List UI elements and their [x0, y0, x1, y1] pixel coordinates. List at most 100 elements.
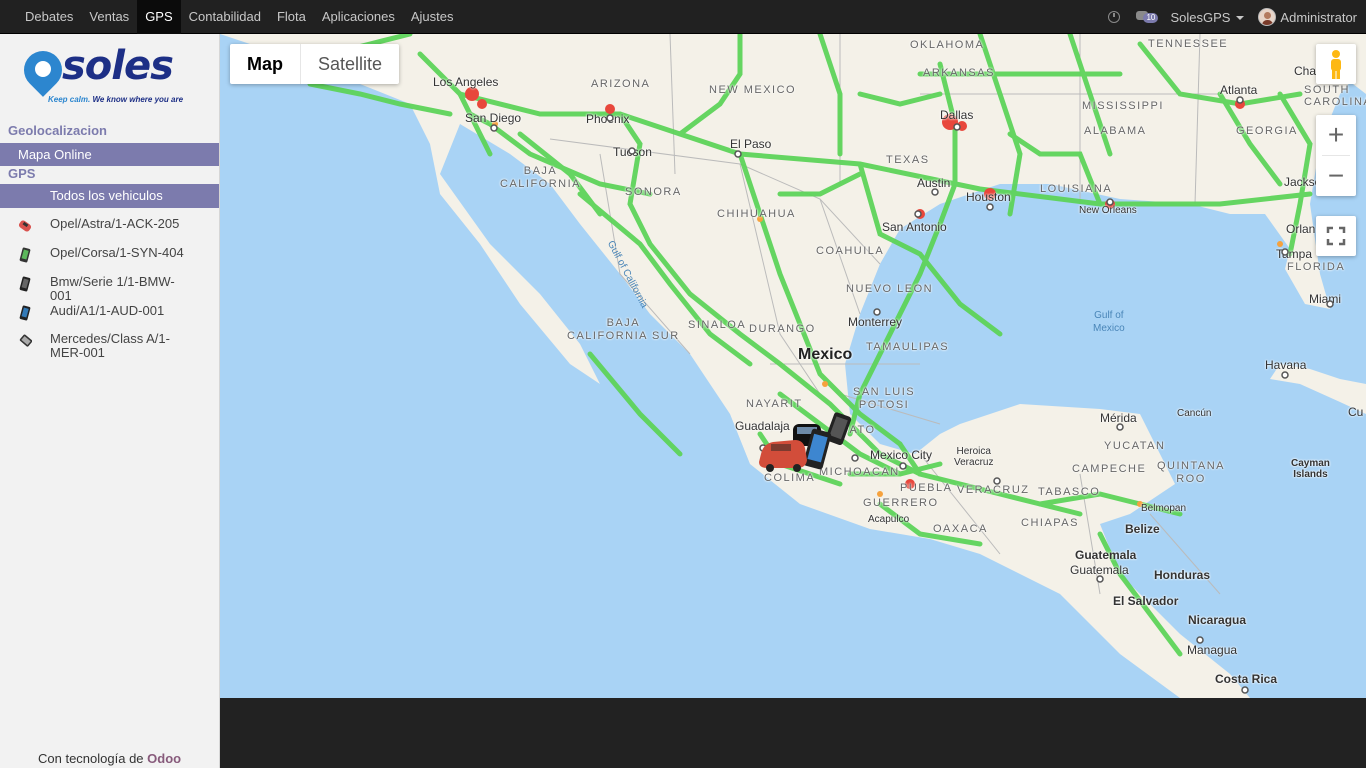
map-label: Dallas [940, 108, 974, 122]
vehicle-label: Opel/Corsa/1-SYN-404 [50, 245, 184, 260]
vehicle-label: Bmw/Serie 1/1-BMW-001 [50, 274, 175, 303]
map-label: San Antonio [882, 220, 947, 234]
map-label: Cha [1294, 64, 1317, 78]
vehicle-label: Audi/A1/1-AUD-001 [50, 303, 165, 318]
sidebar: soles Keep calm. We know where you are G… [0, 34, 220, 768]
notification-counter: 10 [1143, 13, 1159, 23]
company-switcher[interactable]: SolesGPS [1170, 9, 1245, 25]
zoom-in-button[interactable]: + [1316, 115, 1356, 155]
vehicle-item[interactable]: Audi/A1/1-AUD-001 [0, 304, 219, 321]
powered-by: Con tecnología de Odoo [38, 751, 182, 766]
map-label: CAMPECHE [1072, 463, 1147, 475]
zoom-control: + − [1316, 115, 1356, 196]
map-label: BAJA CALIFORNIA SUR [567, 317, 680, 342]
systray: 10 SolesGPS Administrator [1108, 0, 1366, 34]
green-phone-icon [19, 247, 31, 263]
map-label: OAXACA [933, 523, 988, 535]
vehicle-item[interactable]: Bmw/Serie 1/1-BMW-001 [0, 275, 219, 303]
top-navbar: Debates Ventas GPS Contabilidad Flota Ap… [0, 0, 1366, 34]
map-label-country: Mexico [798, 346, 853, 363]
pegman-icon [1331, 50, 1341, 79]
vehicle-label: Opel/Astra/1-ACK-205 [50, 216, 180, 231]
map-type-map-button[interactable]: Map [230, 44, 301, 84]
map-label: GEORGIA [1236, 125, 1298, 137]
map-label: Miami [1309, 292, 1341, 306]
red-car-marker-icon [759, 440, 807, 472]
map-label: Austin [917, 176, 951, 190]
vehicle-item[interactable]: Mercedes/Class A/1-MER-001 [0, 332, 219, 360]
map-label: LOUISIANA [1040, 183, 1113, 195]
section-geolocalizacion: Geolocalizacion [8, 123, 107, 138]
map-label: TEXAS [886, 154, 930, 166]
map-label: Costa Rica [1215, 672, 1278, 686]
map-label: Mexico City [870, 448, 933, 462]
zoom-out-button[interactable]: − [1316, 156, 1356, 196]
map-label: Honduras [1154, 568, 1211, 582]
map-label: Nicaragua [1188, 613, 1247, 627]
menu-contabilidad[interactable]: Contabilidad [181, 0, 269, 34]
map-label: Cayman Islands [1291, 458, 1330, 480]
map-basemap [220, 34, 1366, 698]
activity-clock-icon[interactable] [1108, 11, 1121, 23]
map-label: Atlanta [1220, 83, 1258, 97]
menu-gps[interactable]: GPS [137, 0, 181, 34]
map-label: MISSISSIPPI [1082, 100, 1164, 112]
menu-ajustes[interactable]: Ajustes [403, 0, 462, 34]
blue-phone-icon [19, 305, 31, 321]
messaging-chat-icon[interactable]: 10 [1136, 10, 1159, 24]
vehicle-item[interactable]: Opel/Astra/1-ACK-205 [0, 217, 219, 234]
map-label: PUEBLA [900, 482, 953, 494]
menu-ventas[interactable]: Ventas [81, 0, 137, 34]
map-label: CHIAPAS [1021, 517, 1079, 529]
map-label: NAYARIT [746, 398, 803, 410]
map-label: OKLAHOMA [910, 39, 985, 51]
fullscreen-icon [1326, 226, 1346, 246]
user-avatar[interactable] [1258, 8, 1277, 26]
map-label: Orlan [1286, 222, 1316, 236]
map-label: Cu [1348, 405, 1364, 419]
map-label: Guatemala [1075, 548, 1137, 562]
map-type-satellite-button[interactable]: Satellite [301, 44, 399, 84]
menu-debates[interactable]: Debates [17, 0, 81, 34]
map-label: ARKANSAS [923, 67, 995, 79]
logo-tagline: Keep calm. We know where you are [48, 95, 184, 104]
menu-aplicaciones[interactable]: Aplicaciones [314, 0, 403, 34]
map-label: SINALOA [688, 319, 747, 331]
map-label: QUINTANA ROO [1157, 460, 1226, 485]
map-label: Houston [966, 190, 1011, 204]
vehicle-label: Mercedes/Class A/1-MER-001 [50, 331, 170, 360]
map-label: Acapulco [868, 514, 910, 525]
map-label: NEW MEXICO [709, 84, 797, 96]
map-type-control: Map Satellite [230, 44, 400, 84]
vehicle-markers[interactable] [757, 410, 857, 480]
map-label: Tucson [613, 145, 652, 159]
section-gps: GPS [8, 166, 36, 181]
map-label: YUCATAN [1104, 440, 1166, 452]
map-label: SAN LUIS POTOSI [853, 386, 916, 411]
chevron-down-icon [1236, 16, 1245, 21]
map-label: VERACRUZ [957, 484, 1030, 496]
vehicle-item[interactable]: Opel/Corsa/1-SYN-404 [0, 246, 219, 263]
sidebar-item-todos-vehiculos[interactable]: Todos los vehiculos [0, 184, 219, 208]
map-label: San Diego [465, 111, 522, 125]
map-label: Tampa [1276, 247, 1313, 261]
menu-flota[interactable]: Flota [269, 0, 314, 34]
gps-map[interactable]: OKLAHOMA TENNESSEE ARKANSAS Cha Los Ange… [220, 34, 1366, 698]
map-label: Belmopan [1141, 503, 1187, 514]
company-name: SolesGPS [1170, 9, 1231, 25]
fullscreen-button[interactable] [1316, 216, 1356, 256]
map-label: Guatemala [1070, 563, 1129, 577]
map-label: COAHUILA [816, 245, 885, 257]
map-label: Los Angeles [433, 75, 499, 89]
sidebar-item-mapa-online[interactable]: Mapa Online [0, 143, 219, 166]
gray-phone-icon [19, 334, 32, 347]
soles-logo[interactable]: soles Keep calm. We know where you are [16, 43, 197, 107]
odoo-link[interactable]: Odoo [147, 751, 181, 766]
main-menu: Debates Ventas GPS Contabilidad Flota Ap… [17, 0, 461, 34]
user-menu[interactable]: Administrator [1280, 10, 1357, 25]
black-phone-icon [19, 276, 31, 292]
map-label: NUEVO LEON [846, 283, 934, 295]
map-label: Havana [1265, 358, 1307, 372]
map-label: DURANGO [749, 323, 816, 335]
street-view-button[interactable] [1316, 44, 1356, 84]
